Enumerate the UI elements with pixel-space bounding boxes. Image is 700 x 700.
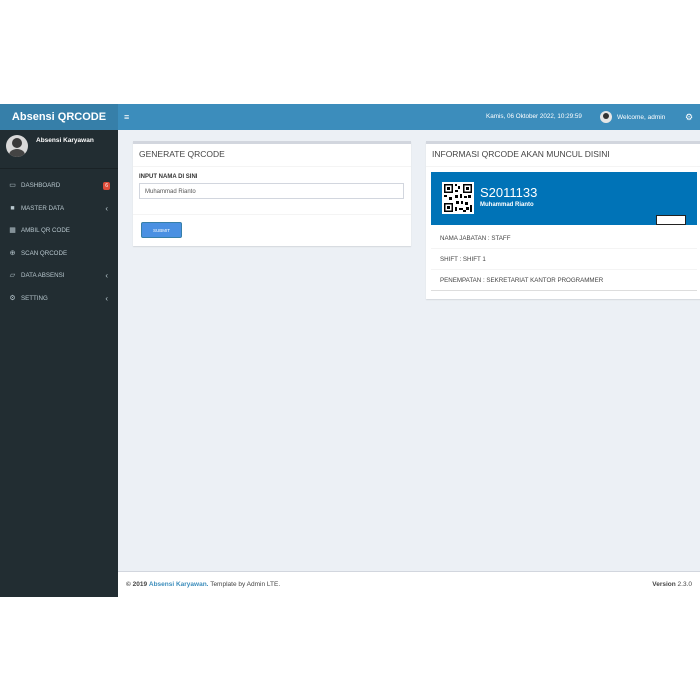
version-label: Version bbox=[652, 581, 676, 588]
brand-logo[interactable]: Absensi QRCODE bbox=[0, 104, 118, 130]
template-credit: Template by Admin LTE. bbox=[210, 581, 281, 588]
generate-qrcode-box: GENERATE QRCODE INPUT NAMA DI SINI Muham… bbox=[133, 141, 411, 246]
sidebar-item-scan-qrcode[interactable]: ⊕ SCAN QRCODE bbox=[0, 243, 118, 266]
folder-open-icon: ▱ bbox=[9, 272, 16, 279]
qrcode-icon: ▦ bbox=[9, 227, 16, 234]
welcome-text: Welcome, admin bbox=[617, 113, 666, 121]
box-title: INFORMASI QRCODE AKAN MUNCUL DISINI bbox=[426, 144, 700, 167]
box-footer-divider bbox=[133, 214, 411, 215]
footer-copyright: © 2019 Absensi Karyawan. Template by Adm… bbox=[126, 572, 280, 598]
user-panel: Absensi Karyawan bbox=[0, 130, 118, 169]
chevron-left-icon: ‹ bbox=[105, 293, 108, 303]
submit-button[interactable]: SUBMIT bbox=[141, 222, 182, 238]
sidebar-item-ambil-qr-code[interactable]: ▦ AMBIL QR CODE bbox=[0, 220, 118, 243]
gears-icon: ⚙ bbox=[9, 294, 16, 302]
user-panel-name: Absensi Karyawan bbox=[36, 137, 94, 144]
sidebar: Absensi Karyawan ▭ DASHBOARD 6 ■ MASTER … bbox=[0, 130, 118, 597]
employee-name: Muhammad Rianto bbox=[480, 202, 534, 208]
qrcode-image bbox=[442, 182, 474, 214]
sidebar-item-label: AMBIL QR CODE bbox=[21, 227, 70, 234]
sidebar-item-label: SETTING bbox=[21, 294, 48, 302]
chevron-left-icon: ‹ bbox=[105, 271, 108, 280]
sidebar-item-label: MASTER DATA bbox=[21, 204, 65, 212]
top-header: Absensi QRCODE ≡ Kamis, 06 Oktober 2022,… bbox=[0, 104, 700, 130]
gears-icon[interactable]: ⚙ bbox=[683, 111, 695, 123]
avatar bbox=[600, 111, 612, 123]
app: Absensi QRCODE ≡ Kamis, 06 Oktober 2022,… bbox=[0, 104, 700, 598]
datetime-display: Kamis, 06 Oktober 2022, 10:29:59 bbox=[486, 113, 582, 120]
sidebar-item-dashboard[interactable]: ▭ DASHBOARD 6 bbox=[0, 175, 118, 198]
input-label: INPUT NAMA DI SINI bbox=[139, 174, 198, 180]
version-number: 2.3.0 bbox=[677, 581, 692, 588]
footer-version: Version 2.3.0 bbox=[652, 572, 692, 598]
notification-badge: 6 bbox=[103, 182, 110, 190]
widget-button[interactable] bbox=[656, 215, 686, 225]
user-widget: S2011133 Muhammad Rianto bbox=[431, 172, 697, 225]
folder-icon: ■ bbox=[10, 204, 15, 212]
info-penempatan: PENEMPATAN : SEKRETARIAT KANTOR PROGRAMM… bbox=[431, 270, 697, 291]
sidebar-item-data-absensi[interactable]: ▱ DATA ABSENSI ‹ bbox=[0, 265, 118, 288]
employee-code: S2011133 bbox=[480, 185, 538, 200]
laptop-icon: ▭ bbox=[9, 182, 16, 189]
copyright-year: © 2019 bbox=[126, 581, 148, 588]
sidebar-item-label: SCAN QRCODE bbox=[21, 249, 68, 257]
sidebar-item-master-data[interactable]: ■ MASTER DATA ‹ bbox=[0, 198, 118, 221]
search-icon: ⊕ bbox=[9, 249, 16, 257]
info-shift: SHIFT : SHIFT 1 bbox=[431, 249, 697, 270]
footer: © 2019 Absensi Karyawan. Template by Adm… bbox=[118, 571, 700, 598]
avatar bbox=[6, 135, 28, 157]
sidebar-item-label: DATA ABSENSI bbox=[21, 272, 65, 279]
user-menu[interactable]: Welcome, admin bbox=[600, 111, 665, 123]
info-jabatan: NAMA JABATAN : STAFF bbox=[431, 228, 697, 249]
chevron-left-icon: ‹ bbox=[105, 203, 108, 213]
name-input[interactable]: Muhammad Rianto bbox=[139, 183, 404, 199]
qrcode-info-box: INFORMASI QRCODE AKAN MUNCUL DISINI S201… bbox=[426, 141, 700, 299]
sidebar-toggle-icon[interactable]: ≡ bbox=[124, 104, 129, 130]
footer-link[interactable]: Absensi Karyawan. bbox=[149, 581, 209, 588]
box-title: GENERATE QRCODE bbox=[133, 144, 411, 167]
sidebar-menu: ▭ DASHBOARD 6 ■ MASTER DATA ‹ ▦ AMBIL QR… bbox=[0, 175, 118, 310]
sidebar-item-setting[interactable]: ⚙ SETTING ‹ bbox=[0, 288, 118, 311]
